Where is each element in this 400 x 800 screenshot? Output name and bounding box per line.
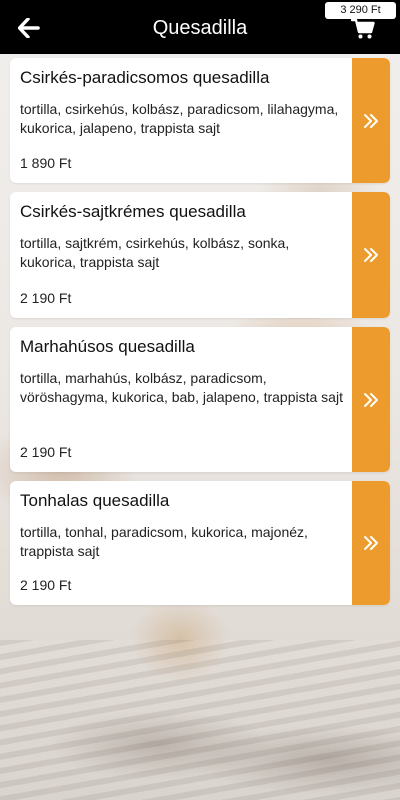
product-ingredients: tortilla, csirkehús, kolbász, paradicsom… bbox=[20, 101, 339, 136]
open-product-button[interactable] bbox=[352, 327, 390, 472]
double-chevron-right-icon bbox=[364, 248, 378, 262]
product-price: 1 890 Ft bbox=[20, 155, 72, 171]
double-chevron-right-icon bbox=[364, 536, 378, 550]
double-chevron-right-icon bbox=[364, 392, 378, 407]
product-name: Tonhalas quesadilla bbox=[20, 491, 170, 510]
product-card[interactable]: Csirkés-paradicsomos quesadilla tortilla… bbox=[10, 58, 390, 183]
app-header: Quesadilla 3 290 Ft bbox=[0, 0, 400, 54]
product-ingredients: tortilla, tonhal, paradicsom, kukorica, … bbox=[20, 524, 308, 559]
product-price: 2 190 Ft bbox=[20, 577, 72, 593]
arrow-left-icon bbox=[18, 18, 40, 38]
product-name: Csirkés-paradicsomos quesadilla bbox=[20, 68, 270, 87]
product-ingredients: tortilla, marhahús, kolbász, paradicsom,… bbox=[20, 370, 343, 405]
product-name: Csirkés-sajtkrémes quesadilla bbox=[20, 202, 246, 221]
product-card[interactable]: Csirkés-sajtkrémes quesadilla tortilla, … bbox=[10, 192, 390, 318]
cart-button[interactable] bbox=[350, 17, 376, 41]
product-ingredients: tortilla, sajtkrém, csirkehús, kolbász, … bbox=[20, 235, 290, 270]
product-card[interactable]: Tonhalas quesadilla tortilla, tonhal, pa… bbox=[10, 481, 390, 605]
product-price: 2 190 Ft bbox=[20, 444, 72, 460]
product-name: Marhahúsos quesadilla bbox=[20, 337, 195, 356]
double-chevron-right-icon bbox=[364, 113, 378, 128]
open-product-button[interactable] bbox=[352, 481, 390, 605]
shopping-cart-icon bbox=[351, 18, 375, 39]
open-product-button[interactable] bbox=[352, 192, 390, 318]
product-card[interactable]: Marhahúsos quesadilla tortilla, marhahús… bbox=[10, 327, 390, 472]
open-product-button[interactable] bbox=[352, 58, 390, 183]
page-title: Quesadilla bbox=[152, 17, 248, 39]
product-price: 2 190 Ft bbox=[20, 290, 72, 306]
back-button[interactable] bbox=[12, 12, 46, 44]
